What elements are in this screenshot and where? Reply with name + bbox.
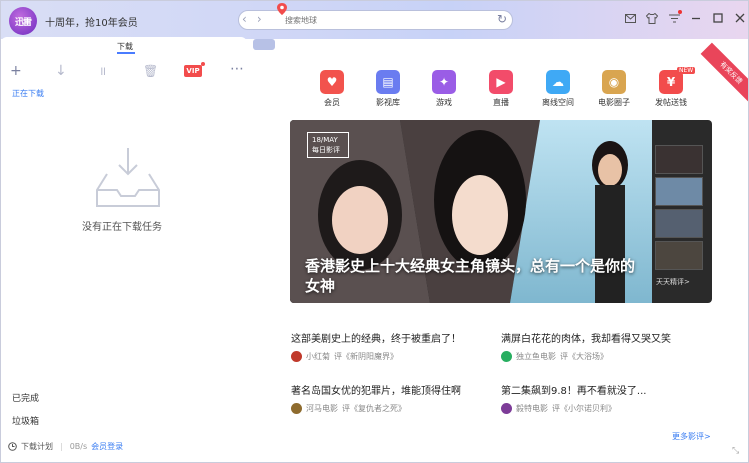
article-item[interactable]: 这部美剧史上的经典，终于被重启了！ 小红菊 评《新阴阳魔界》 (291, 330, 461, 362)
download-plan-link[interactable]: 下载计划 (21, 441, 53, 452)
nav-arrows: ‹ › (242, 12, 262, 26)
article-author[interactable]: 河马电影 (306, 403, 338, 414)
app-games[interactable]: ✦ 游戏 (424, 70, 464, 108)
app-offline-space[interactable]: ☁ 离线空间 (538, 70, 578, 108)
avatar (291, 351, 302, 362)
games-icon: ✦ (432, 70, 456, 94)
banner-date-badge: 18/MAY 每日影评 (307, 132, 349, 158)
app-live[interactable]: ▶ 直播 (481, 70, 521, 108)
article-ref: 评《小尔诺贝利》 (552, 404, 616, 413)
article-title[interactable]: 满屏白花花的肉体，我却看得又哭又笑 (501, 330, 671, 345)
completed-filter[interactable]: 已完成 (12, 391, 39, 404)
resize-grip-icon[interactable]: ⤡ (732, 446, 739, 456)
article-meta: 毅特电影 评《小尔诺贝利》 (501, 403, 646, 414)
app-label: 电影圈子 (598, 98, 630, 107)
article-item[interactable]: 满屏白花花的肉体，我却看得又哭又笑 独立鱼电影 评《大浴场》 (501, 330, 671, 362)
article-item[interactable]: 第二集飙到9.8！再不看就没了... 毅特电影 评《小尔诺贝利》 (501, 382, 646, 414)
promo-text[interactable]: 十周年，抢10年会员 (45, 14, 138, 29)
app-logo[interactable]: 迅雷 (9, 7, 37, 35)
article-title[interactable]: 第二集飙到9.8！再不看就没了... (501, 382, 646, 397)
menu-icon[interactable] (668, 10, 682, 24)
article-ref: 评《大浴场》 (560, 352, 608, 361)
thumbnail[interactable] (655, 177, 703, 206)
vip-notification-dot (201, 62, 205, 66)
app-label: 影视库 (376, 98, 400, 107)
new-tag: NEW (677, 67, 696, 74)
shirt-icon[interactable] (646, 12, 658, 24)
tab-active-indicator (117, 52, 135, 54)
member-icon: ♥ (320, 70, 344, 94)
forward-arrow-icon[interactable]: › (257, 12, 262, 26)
app-member[interactable]: ♥ 会员 (312, 70, 352, 108)
tab-download-label[interactable]: 下载 (117, 41, 133, 52)
app-label: 直播 (493, 98, 509, 107)
article-meta: 小红菊 评《新阴阳魔界》 (291, 351, 461, 362)
article-title[interactable]: 这部美剧史上的经典，终于被重启了！ (291, 330, 461, 345)
more-reviews-footer-link[interactable]: 更多影评> (672, 431, 711, 442)
article-item[interactable]: 著名岛国女优的犯罪片，堆能顶得住啊 河马电影 评《复仇者之死》 (291, 382, 461, 414)
live-icon: ▶ (489, 70, 513, 94)
back-arrow-icon[interactable]: ‹ (242, 12, 247, 26)
clock-icon (8, 442, 17, 451)
article-meta: 河马电影 评《复仇者之死》 (291, 403, 461, 414)
app-label: 游戏 (436, 98, 452, 107)
banner-date: 18/MAY (312, 136, 338, 144)
article-meta: 独立鱼电影 评《大浴场》 (501, 351, 671, 362)
app-video-library[interactable]: ▤ 影视库 (368, 70, 408, 108)
refresh-icon[interactable]: ↻ (497, 12, 507, 26)
minimize-icon[interactable] (690, 12, 702, 24)
banner-title[interactable]: 香港影史上十大经典女主角镜头，总有一个是你的女神 (305, 256, 645, 296)
empty-message: 没有正在下载任务 (82, 222, 162, 233)
tab-browser[interactable] (253, 39, 275, 50)
more-icon[interactable]: ⋯ (230, 61, 244, 77)
close-icon[interactable] (734, 12, 746, 24)
more-reviews-link[interactable]: 天天精评> (656, 277, 690, 287)
banner-date-sub: 每日影评 (312, 146, 340, 154)
avatar (501, 403, 512, 414)
cloud-icon: ☁ (546, 70, 570, 94)
thumbnail[interactable] (655, 145, 703, 174)
article-ref: 评《新阴阳魔界》 (334, 352, 398, 361)
video-library-icon: ▤ (376, 70, 400, 94)
app-label: 发帖送钱 (655, 98, 687, 107)
window-controls (624, 10, 746, 24)
speed-readout: 0B/s (69, 442, 88, 451)
movie-circle-icon: ◉ (602, 70, 626, 94)
member-login-link[interactable]: 会员登录 (91, 441, 123, 452)
notification-dot (678, 10, 682, 14)
status-separator: | (60, 442, 63, 451)
thumbnail[interactable] (655, 241, 703, 270)
add-icon[interactable]: + (10, 63, 22, 79)
article-author[interactable]: 独立鱼电影 (516, 351, 556, 362)
app-label: 会员 (324, 98, 340, 107)
app-post-reward[interactable]: ¥ 发帖送钱 (651, 70, 691, 108)
app-window: 迅雷 十周年，抢10年会员 ‹ › ↻ (0, 0, 749, 463)
vip-badge[interactable]: VIP (184, 65, 202, 77)
download-icon[interactable]: ↓ (55, 63, 67, 79)
maximize-icon[interactable] (712, 12, 724, 24)
article-title[interactable]: 著名岛国女优的犯罪片，堆能顶得住啊 (291, 382, 461, 397)
search-input[interactable] (285, 12, 485, 28)
status-bar: 下载计划 | 0B/s 会员登录 (8, 441, 123, 452)
app-label: 离线空间 (542, 98, 574, 107)
app-movie-circle[interactable]: ◉ 电影圈子 (594, 70, 634, 108)
banner-thumbnails (655, 145, 703, 273)
avatar (501, 351, 512, 362)
delete-icon[interactable]: 🗑 (143, 63, 158, 79)
mail-icon[interactable] (624, 12, 636, 24)
article-author[interactable]: 毅特电影 (516, 403, 548, 414)
article-author[interactable]: 小红菊 (306, 351, 330, 362)
downloading-filter[interactable]: 正在下载 (12, 88, 44, 99)
article-ref: 评《复仇者之死》 (342, 404, 406, 413)
empty-tray-icon (96, 148, 160, 207)
thumbnail[interactable] (655, 209, 703, 238)
trash-filter[interactable]: 垃圾箱 (12, 414, 39, 427)
avatar (291, 403, 302, 414)
tabs-bar (1, 33, 748, 57)
pause-icon[interactable]: ॥ (99, 63, 106, 79)
